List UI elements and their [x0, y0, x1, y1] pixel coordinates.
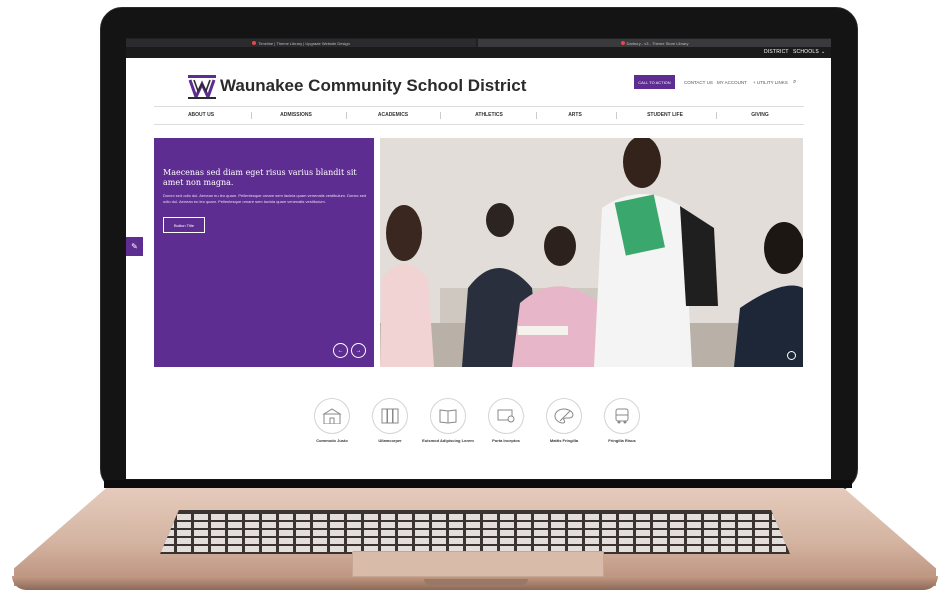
- browser-tab-1[interactable]: Timeline | Theme Library | Upgrade Websi…: [126, 39, 476, 47]
- district-logo-icon[interactable]: [188, 75, 216, 99]
- browser-tab-bar: Timeline | Theme Library | Upgrade Websi…: [126, 38, 831, 47]
- lockers-icon: [372, 398, 408, 434]
- laptop-screen: Timeline | Theme Library | Upgrade Websi…: [126, 38, 831, 479]
- nav-separator: [716, 112, 717, 119]
- browser-tab-label: Darbury - v3 - Theme Store Library: [626, 40, 689, 46]
- utility-links-button[interactable]: + UTILITY LINKS: [753, 80, 788, 85]
- quick-link-label: Ullamcorper: [378, 438, 402, 443]
- schools-dropdown[interactable]: SCHOOLS: [793, 49, 819, 55]
- chevron-down-icon: ⌄: [821, 49, 826, 55]
- favicon-icon: [620, 41, 625, 45]
- quick-link-label: Commodo Justo: [316, 438, 348, 443]
- nav-separator: [536, 112, 537, 119]
- classroom-icon: [488, 398, 524, 434]
- nav-item-arts[interactable]: ARTS: [540, 112, 610, 118]
- quick-link-1[interactable]: Commodo Justo: [302, 398, 362, 443]
- browser-tab-2[interactable]: Darbury - v3 - Theme Store Library: [478, 39, 831, 47]
- slider-prev-button[interactable]: ←: [333, 343, 348, 358]
- nav-item-academics[interactable]: ACADEMICS: [358, 112, 428, 118]
- my-account-link[interactable]: MY ACCOUNT: [717, 80, 747, 85]
- nav-separator: [251, 112, 252, 119]
- nav-item-giving[interactable]: GIVING: [725, 112, 795, 118]
- nav-divider-top: [154, 106, 804, 107]
- hero-panel: Maecenas sed diam eget risus varius blan…: [154, 138, 374, 367]
- hero-text: Donec sed odio dui. Aenean eu leo quam. …: [163, 193, 367, 204]
- quick-link-label: Mattis Fringilla: [549, 438, 579, 443]
- call-to-action-button[interactable]: CALL TO ACTION: [634, 75, 675, 89]
- hero-photo: [380, 138, 803, 367]
- nav-item-student-life[interactable]: STUDENT LIFE: [630, 112, 700, 118]
- quick-link-6[interactable]: Fringilla Risus: [592, 398, 652, 443]
- quick-link-label: Fringilla Risus: [608, 438, 636, 443]
- site-title[interactable]: Waunakee Community School District: [220, 76, 526, 96]
- edit-pencil-icon[interactable]: ✎: [126, 237, 143, 256]
- nav-separator: [616, 112, 617, 119]
- students-photo-image: [380, 138, 803, 367]
- search-icon[interactable]: ⌕: [793, 79, 796, 86]
- quick-link-5[interactable]: Mattis Fringilla: [534, 398, 594, 443]
- nav-item-admissions[interactable]: ADMISSIONS: [261, 112, 331, 118]
- district-link[interactable]: DISTRICT: [764, 49, 789, 55]
- utility-bar: DISTRICT SCHOOLS ⌄: [126, 47, 831, 58]
- quick-link-label: Porta Inceptos: [492, 438, 520, 443]
- school-building-icon: [314, 398, 350, 434]
- slider-next-button[interactable]: →: [351, 343, 366, 358]
- nav-item-athletics[interactable]: ATHLETICS: [454, 112, 524, 118]
- hero-button[interactable]: Button Title: [163, 217, 205, 233]
- browser-tab-label: Timeline | Theme Library | Upgrade Websi…: [258, 40, 350, 46]
- nav-item-about-us[interactable]: ABOUT US: [166, 112, 236, 118]
- book-icon: [430, 398, 466, 434]
- pause-button[interactable]: [787, 351, 796, 360]
- bus-icon: [604, 398, 640, 434]
- favicon-icon: [252, 41, 257, 45]
- laptop-bezel: [104, 480, 852, 488]
- nav-separator: [440, 112, 441, 119]
- contact-us-link[interactable]: CONTACT US: [684, 80, 713, 85]
- quick-link-2[interactable]: Ullamcorper: [360, 398, 420, 443]
- quick-link-4[interactable]: Porta Inceptos: [476, 398, 536, 443]
- laptop-keyboard: [160, 510, 790, 554]
- hero-title: Maecenas sed diam eget risus varius blan…: [163, 168, 357, 187]
- nav-separator: [346, 112, 347, 119]
- nav-divider-bottom: [154, 124, 804, 125]
- laptop-touchpad: [352, 551, 604, 577]
- laptop-notch: [424, 579, 528, 585]
- quick-link-label: Euismod Adipiscing Lorem: [422, 438, 474, 443]
- palette-icon: [546, 398, 582, 434]
- quick-link-3[interactable]: Euismod Adipiscing Lorem: [418, 398, 478, 443]
